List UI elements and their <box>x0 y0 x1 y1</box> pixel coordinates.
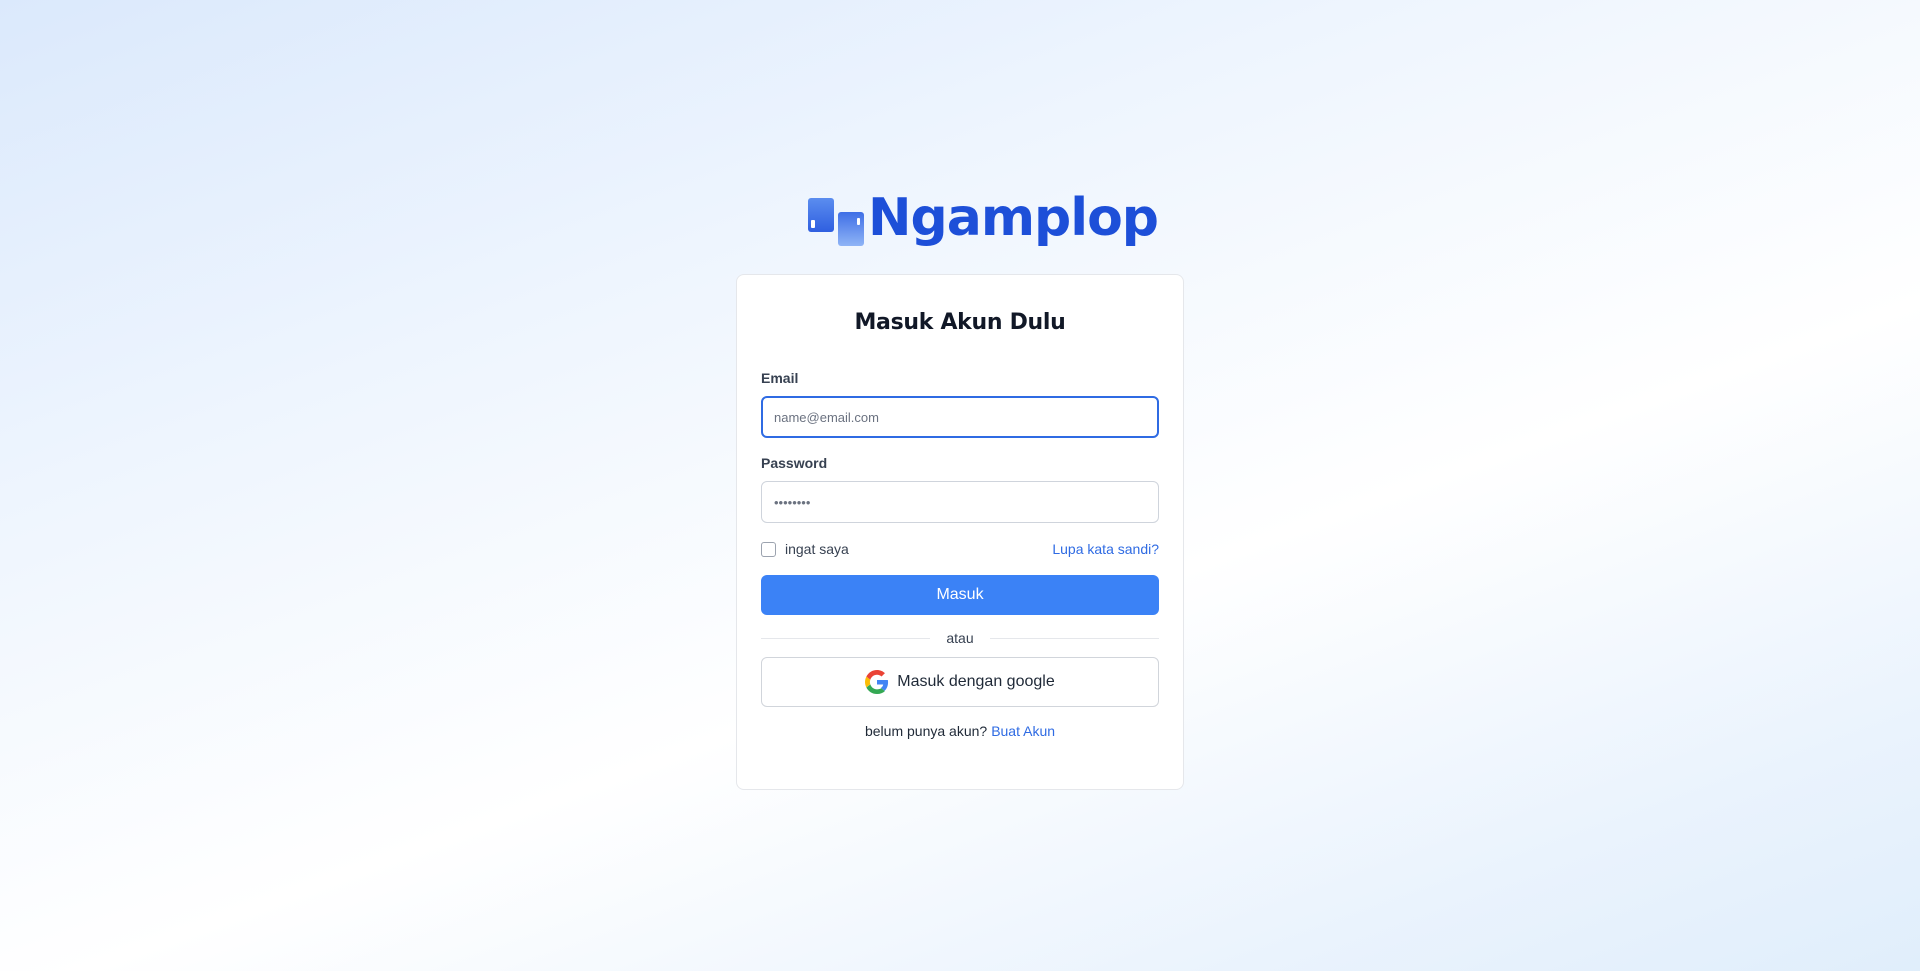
ngamplop-logo-icon <box>806 188 866 248</box>
login-button[interactable]: Masuk <box>761 575 1159 615</box>
signup-prompt: belum punya akun? <box>864 723 988 739</box>
signup-link[interactable]: Buat Akun <box>991 723 1055 739</box>
or-divider: atau <box>761 629 1159 647</box>
login-page: Ngamplop Masuk Akun Dulu Email Password … <box>0 0 1920 971</box>
google-login-label: Masuk dengan google <box>897 673 1055 690</box>
password-input[interactable] <box>761 481 1159 523</box>
email-label: Email <box>761 370 799 386</box>
brand-name: Ngamplop <box>868 188 1159 248</box>
divider-line-right <box>989 637 1159 639</box>
login-title: Masuk Akun Dulu <box>854 310 1066 335</box>
email-field-wrapper <box>761 396 1159 438</box>
signup-row: belum punya akun? Buat Akun <box>761 723 1159 739</box>
email-input[interactable] <box>761 396 1159 438</box>
password-label: Password <box>761 455 828 471</box>
divider-line-left <box>761 637 931 639</box>
remember-me: ingat saya <box>761 541 849 557</box>
remember-me-checkbox[interactable] <box>761 541 776 557</box>
google-login-button[interactable]: Masuk dengan google <box>761 657 1159 707</box>
brand-logo: Ngamplop <box>806 188 1159 248</box>
divider-text: atau <box>946 630 974 646</box>
password-field-wrapper <box>761 481 1159 523</box>
forgot-password-link[interactable]: Lupa kata sandi? <box>1052 541 1159 557</box>
remember-me-label[interactable]: ingat saya <box>785 541 849 557</box>
login-options-row: ingat saya Lupa kata sandi? <box>761 540 1159 558</box>
google-icon <box>865 670 889 694</box>
login-card: Masuk Akun Dulu Email Password ingat say… <box>736 274 1184 790</box>
